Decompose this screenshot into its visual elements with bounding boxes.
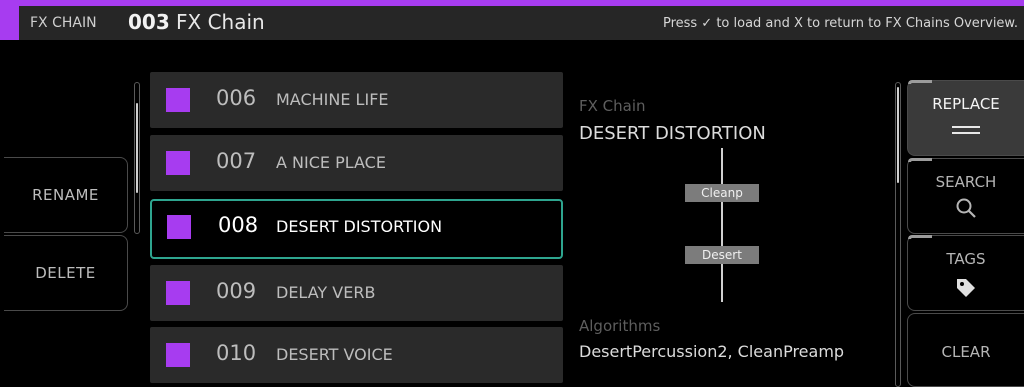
chain-block: Cleanp [685,184,759,202]
rename-button[interactable]: RENAME [4,157,128,233]
tags-label: TAGS [946,250,986,268]
button-corner-mark [908,158,932,162]
list-scrollbar[interactable] [134,82,140,234]
color-swatch [166,88,190,112]
color-swatch [167,215,191,239]
color-swatch [166,151,190,175]
list-item-selected[interactable]: 008 DESERT DISTORTION [150,199,563,259]
list-item-name: DESERT VOICE [276,345,393,364]
actions-scrollbar-thumb[interactable] [897,87,899,183]
list-item-name: DESERT DISTORTION [276,217,443,236]
replace-label: REPLACE [932,95,1000,113]
button-corner-mark [908,80,932,84]
clear-label: CLEAR [941,343,991,361]
actions-scrollbar[interactable] [895,82,901,387]
header-label: FX CHAIN [30,15,97,31]
header-accent [0,6,19,40]
replace-button[interactable]: REPLACE [907,80,1024,156]
list-item[interactable]: 010 DESERT VOICE [150,327,563,383]
algorithms-label: Algorithms [579,317,661,335]
clear-button[interactable]: CLEAR [907,313,1024,387]
header-title: FX Chain [176,10,265,34]
search-label: SEARCH [935,173,997,191]
chain-connector [721,264,723,302]
header-number: 003 [128,10,170,34]
chain-connector [721,148,723,184]
tags-button[interactable]: TAGS [907,235,1024,311]
list-scrollbar-thumb[interactable] [136,103,138,193]
list-item-number: 009 [216,279,257,303]
details-section-label: FX Chain [579,97,646,115]
algorithms-value: DesertPercussion2, CleanPreamp [579,342,845,361]
list-item-number: 010 [216,341,257,365]
search-icon [908,197,1024,223]
header-bar: FX CHAIN 003 FX Chain Press ✓ to load an… [0,0,1024,40]
menu-lines-icon [908,125,1024,143]
header-hint: Press ✓ to load and X to return to FX Ch… [662,16,1018,31]
list-item-number: 007 [216,149,257,173]
delete-button[interactable]: DELETE [4,235,128,311]
color-swatch [166,281,190,305]
list-item-name: DELAY VERB [276,283,376,302]
button-corner-mark [908,235,932,239]
list-item-number: 008 [218,213,259,237]
color-swatch [166,343,190,367]
list-item[interactable]: 009 DELAY VERB [150,265,563,321]
chain-block: Desert [685,246,759,264]
tag-icon [908,276,1024,304]
chain-connector [721,202,723,246]
list-item-name: A NICE PLACE [276,153,386,172]
list-item-name: MACHINE LIFE [276,90,389,109]
details-chain-name: DESERT DISTORTION [579,123,766,144]
list-item[interactable]: 007 A NICE PLACE [150,135,563,191]
list-item-number: 006 [216,86,257,110]
list-item[interactable]: 006 MACHINE LIFE [150,72,563,128]
search-button[interactable]: SEARCH [907,158,1024,234]
